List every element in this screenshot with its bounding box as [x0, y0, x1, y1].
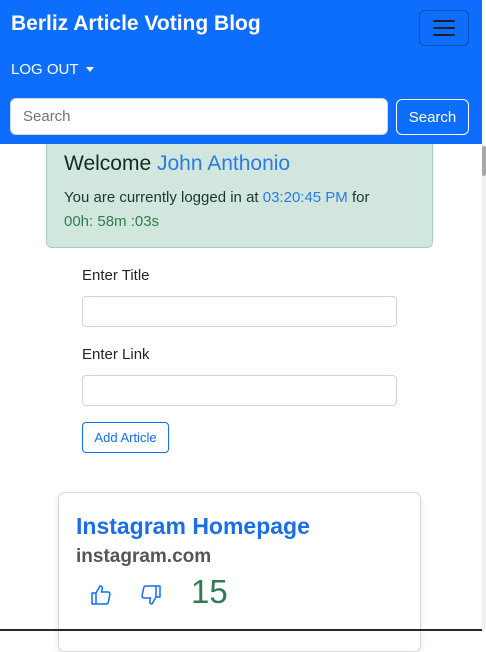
login-time: 03:20:45 PM — [262, 189, 348, 206]
title-input[interactable] — [82, 296, 397, 327]
scrollbar-thumb[interactable] — [482, 146, 486, 176]
welcome-greeting: Welcome — [64, 152, 152, 175]
link-input[interactable] — [82, 375, 397, 406]
caret-down-icon — [85, 67, 94, 72]
brand-title[interactable]: Berliz Article Voting Blog — [11, 12, 261, 36]
hamburger-menu-icon-bar — [433, 34, 455, 36]
add-article-button[interactable]: Add Article — [82, 422, 169, 453]
thumbs-up-icon[interactable] — [89, 583, 113, 607]
login-for-word: for — [351, 189, 370, 206]
thumbs-down-icon[interactable] — [139, 583, 163, 607]
vote-count: 15 — [191, 573, 228, 610]
login-prefix: You are currently logged in at — [64, 189, 259, 206]
search-input[interactable] — [10, 98, 388, 135]
hamburger-menu-icon-bar — [433, 27, 455, 29]
hamburger-menu-icon — [433, 20, 455, 22]
login-status-text: You are currently logged in at 03:20:45 … — [64, 186, 424, 234]
article-title-link[interactable]: Instagram Homepage — [76, 513, 310, 540]
title-label: Enter Title — [82, 267, 150, 284]
article-card: Instagram Homepage instagram.com 15 — [58, 492, 421, 652]
welcome-alert: Welcome John Anthonio You are currently … — [46, 144, 433, 248]
article-domain: instagram.com — [76, 546, 212, 567]
scrollbar-track[interactable] — [482, 144, 486, 631]
link-label: Enter Link — [82, 346, 150, 363]
search-button[interactable]: Search — [396, 99, 469, 135]
logout-label: LOG OUT — [11, 61, 79, 78]
welcome-heading: Welcome John Anthonio — [64, 152, 290, 176]
logout-dropdown[interactable]: LOG OUT — [11, 61, 94, 78]
welcome-user-name: John Anthonio — [156, 152, 291, 175]
navbar-toggler-button[interactable] — [419, 10, 469, 46]
session-duration: 00h: 58m :03s — [64, 213, 160, 230]
navbar: Berliz Article Voting Blog LOG OUT Searc… — [0, 0, 482, 144]
